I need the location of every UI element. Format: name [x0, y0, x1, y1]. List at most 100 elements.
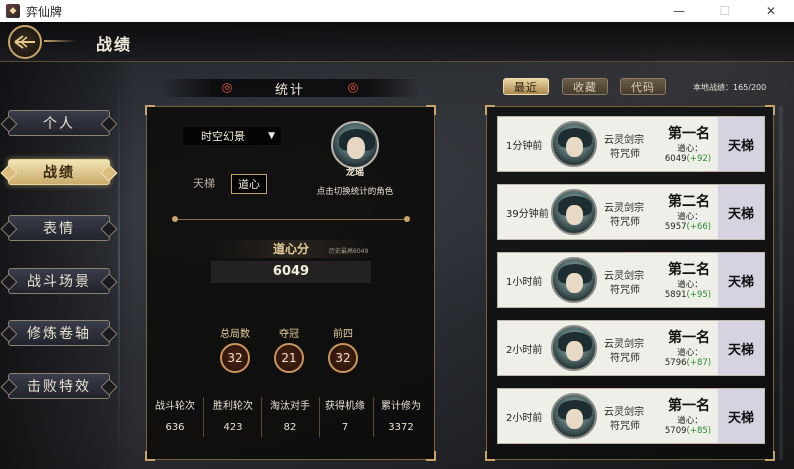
- ornament-icon: ✿: [222, 83, 232, 93]
- metric-label: 淘汰对手: [270, 401, 310, 412]
- stats-heading-bar: ✿ 统计 ✿: [160, 79, 420, 98]
- medal-label: 前四: [333, 329, 353, 340]
- record-avatar: [551, 189, 597, 235]
- record-mode: 天梯: [718, 321, 764, 375]
- sidebar-item-cultivation-scroll[interactable]: 修炼卷轴: [8, 320, 110, 346]
- record-delta: (+66): [686, 222, 712, 232]
- metric-label: 战斗轮次: [155, 401, 195, 412]
- local-record-count: 本地战绩：165/200: [693, 83, 767, 92]
- avatar-face: [566, 409, 583, 429]
- record-daoxin-label: 道心：: [677, 416, 703, 426]
- record-daoxin-value: 5796(+87): [662, 358, 714, 368]
- record-mode: 天梯: [718, 117, 764, 171]
- back-button[interactable]: [8, 25, 42, 59]
- record-role: 符咒师: [610, 285, 640, 296]
- record-daoxin-label: 道心：: [677, 348, 703, 358]
- record-score: 5796: [664, 358, 687, 368]
- metric-value: 636: [165, 422, 185, 433]
- stats-panel: 时空幻景 ▼ 天梯 道心 龙瑶 点击切换统计的角色 道心分 历史最高6049 6…: [145, 105, 436, 461]
- medal-label: 夺冠: [279, 329, 299, 340]
- record-daoxin-label: 道心：: [677, 212, 703, 222]
- minimize-button[interactable]: —: [656, 0, 702, 22]
- avatar-face: [566, 137, 583, 157]
- game-viewport: 战绩 个人 战绩 表情 战斗场景 修炼卷轴 击败特效 ✿ 统计 ✿ 时空幻景 ▼…: [0, 22, 794, 469]
- panel-corner: [426, 451, 436, 461]
- panel-corner: [145, 105, 155, 115]
- record-daoxin-value: 6049(+92): [662, 154, 714, 164]
- sidebar-item-emotes[interactable]: 表情: [8, 215, 110, 241]
- sidebar-item-defeat-effect[interactable]: 击败特效: [8, 373, 110, 399]
- chevron-down-icon: ▼: [268, 131, 275, 141]
- metric-value: 423: [223, 422, 243, 433]
- record-mode: 天梯: [718, 185, 764, 239]
- medal-value: 32: [220, 343, 250, 373]
- character-avatar[interactable]: [331, 121, 379, 169]
- ornament-icon: ✿: [348, 83, 358, 93]
- panel-corner: [765, 105, 775, 115]
- panel-corner: [145, 451, 155, 461]
- record-rank: 第二名: [668, 194, 710, 210]
- record-time: 1小时前: [506, 277, 543, 288]
- history-record[interactable]: 2小时前 云灵剑宗 符咒师 第一名 道心： 5709(+85) 天梯: [497, 388, 765, 444]
- avatar-face: [566, 341, 583, 361]
- metric-label: 累计修为: [381, 401, 421, 412]
- sidebar-item-battle-scene[interactable]: 战斗场景: [8, 268, 110, 294]
- panel-corner: [485, 451, 495, 461]
- record-sect: 云灵剑宗: [604, 271, 644, 282]
- avatar-face: [566, 205, 583, 225]
- history-record[interactable]: 1小时前 云灵剑宗 符咒师 第二名 道心： 5891(+95) 天梯: [497, 252, 765, 308]
- tab-ladder[interactable]: 天梯: [187, 174, 221, 194]
- record-avatar: [551, 257, 597, 303]
- tab-favorites[interactable]: 收藏: [562, 78, 608, 95]
- history-scrollbar[interactable]: [779, 106, 783, 460]
- record-delta: (+92): [686, 154, 712, 164]
- record-delta: (+87): [686, 358, 712, 368]
- record-daoxin-label: 道心：: [677, 144, 703, 154]
- maximize-button[interactable]: ☐: [702, 0, 748, 22]
- metric-total-cultivation: 累计修为 3372: [377, 397, 425, 433]
- record-avatar: [551, 393, 597, 439]
- mode-select[interactable]: 时空幻景 ▼: [183, 127, 281, 145]
- record-score: 5709: [664, 426, 687, 436]
- record-delta: (+95): [686, 290, 712, 300]
- record-role: 符咒师: [610, 353, 640, 364]
- record-mode: 天梯: [718, 389, 764, 443]
- tab-recent[interactable]: 最近: [503, 78, 549, 95]
- record-time: 39分钟前: [506, 209, 549, 220]
- record-daoxin-value: 5891(+95): [662, 290, 714, 300]
- metric-value: 3372: [388, 422, 414, 433]
- record-avatar: [551, 325, 597, 371]
- tab-code[interactable]: 代码: [620, 78, 666, 95]
- app-icon: ◆: [6, 4, 20, 18]
- panel-corner: [485, 105, 495, 115]
- history-record[interactable]: 39分钟前 云灵剑宗 符咒师 第二名 道心： 5957(+66) 天梯: [497, 184, 765, 240]
- record-sect: 云灵剑宗: [604, 339, 644, 350]
- sidebar-item-personal[interactable]: 个人: [8, 110, 110, 136]
- avatar-face: [566, 273, 583, 293]
- record-time: 2小时前: [506, 413, 543, 424]
- record-time: 2小时前: [506, 345, 543, 356]
- record-score: 5891: [664, 290, 687, 300]
- record-score: 6049: [664, 154, 687, 164]
- record-mode: 天梯: [718, 253, 764, 307]
- record-daoxin-value: 5957(+66): [662, 222, 714, 232]
- header-bar: 战绩: [0, 22, 794, 62]
- medal-total-games: 总局数 32: [215, 325, 255, 373]
- record-delta: (+85): [686, 426, 712, 436]
- header-ornament: [44, 40, 76, 42]
- record-sect: 云灵剑宗: [604, 135, 644, 146]
- medal-champion: 夺冠 21: [269, 325, 309, 373]
- history-record[interactable]: 2小时前 云灵剑宗 符咒师 第一名 道心： 5796(+87) 天梯: [497, 320, 765, 376]
- tab-daoxin[interactable]: 道心: [231, 174, 267, 194]
- sidebar-item-records[interactable]: 战绩: [8, 159, 110, 185]
- metric-fortunes: 获得机缘 7: [321, 397, 369, 433]
- metric-value: 7: [341, 422, 349, 433]
- record-role: 符咒师: [610, 421, 640, 432]
- panel-corner: [765, 451, 775, 461]
- metric-separator: [373, 397, 374, 437]
- record-rank: 第一名: [668, 126, 710, 142]
- metric-separator: [203, 397, 204, 437]
- stats-heading: 统计: [274, 82, 305, 98]
- close-button[interactable]: ✕: [748, 0, 794, 22]
- history-record[interactable]: 1分钟前 云灵剑宗 符咒师 第一名 道心： 6049(+92) 天梯: [497, 116, 765, 172]
